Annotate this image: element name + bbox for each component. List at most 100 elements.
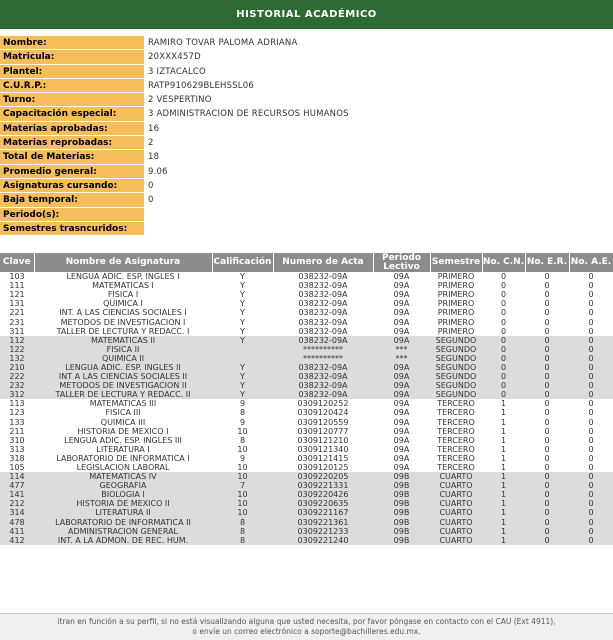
info-value: 3 IZTACALCO (148, 66, 206, 77)
table-cell: QUIMICA II (34, 353, 212, 363)
info-label: Baja temporal: (0, 193, 144, 208)
table-cell: Y (212, 281, 273, 291)
info-value: 0 (148, 195, 154, 206)
table-cell: 09A (373, 281, 430, 291)
table-cell: Y (212, 308, 273, 318)
table-cell: 0 (525, 490, 569, 500)
table-cell: PRIMERO (430, 326, 482, 336)
grades-table: Clave Nombre de Asignatura Calificación Num… (0, 253, 613, 545)
table-cell: 0 (525, 381, 569, 391)
table-cell: HISTORIA DE MEXICO I (34, 426, 212, 436)
table-cell: 10 (212, 499, 273, 509)
table-cell: PRIMERO (430, 317, 482, 327)
table-row: 313 LITERATURA I 10 0309121340 09A TERCERO 1 0 0 (0, 444, 613, 454)
table-cell: 09A (373, 435, 430, 445)
table-cell: FISICA III (34, 408, 212, 418)
table-cell: 038232-09A (273, 290, 373, 300)
table-cell: 0 (569, 481, 613, 491)
table-cell: 9 (212, 399, 273, 409)
table-cell: 0309220205 (273, 472, 373, 482)
table-cell: 0 (525, 335, 569, 345)
info-label: Asignaturas cursando: (0, 178, 144, 194)
column-header: Calificación (212, 253, 274, 272)
table-cell: 09A (373, 362, 430, 373)
table-cell: 1 (482, 417, 525, 427)
table-row: 318 LABORATORIO DE INFORMATICA I 9 03091214… (0, 453, 613, 463)
table-cell: 1 (482, 535, 525, 545)
table-cell: 0309221361 (273, 517, 373, 527)
table-cell: 0 (525, 390, 569, 400)
table-cell: CUARTO (430, 517, 482, 527)
table-cell: PRIMERO (430, 272, 482, 282)
table-cell: 318 (0, 453, 34, 463)
table-cell: LENGUA ADIC. ESP. INGLES I (34, 272, 212, 282)
table-cell: 0 (482, 272, 525, 282)
table-cell: 0 (525, 508, 569, 518)
table-cell: 09A (373, 290, 430, 300)
table-cell: 122 (0, 344, 34, 354)
table-cell: *** (373, 344, 430, 354)
table-cell: 1 (482, 462, 525, 473)
table-row: 131 QUIMICA I Y 038232-09A 09A PRIMERO 0 0 0 (0, 299, 613, 309)
table-cell: 0 (525, 453, 569, 463)
table-row: 412 INT. A LA ADMON. DE REC. HUM. 8 0309221… (0, 535, 613, 545)
table-cell: 0 (525, 344, 569, 354)
table-cell: 0309120559 (273, 417, 373, 427)
table-cell: 0 (569, 408, 613, 418)
table-cell: 0 (569, 517, 613, 527)
info-row: Plantel: 3 IZTACALCO (0, 64, 613, 79)
table-cell: SEGUNDO (430, 381, 482, 391)
table-cell: 09B (373, 490, 430, 500)
table-cell: 09B (373, 535, 430, 545)
page-title: HISTORIAL ACADÉMICO (236, 9, 377, 20)
column-header: Numero de Acta (273, 253, 374, 272)
table-cell: Y (212, 317, 273, 327)
table-cell: 1 (482, 526, 525, 536)
table-cell: 0 (569, 508, 613, 518)
table-row: 111 MATEMATICAS I Y 038232-09A 09A PRIMERO 0 0 0 (0, 281, 613, 291)
table-cell: 0 (569, 399, 613, 409)
table-header-row: Clave Nombre de Asignatura Calificación Num… (0, 253, 613, 272)
table-row: 231 METODOS DE INVESTIGACION I Y 038232-09A… (0, 317, 613, 327)
table-cell: MATEMATICAS III (34, 399, 212, 409)
table-cell: 0 (482, 299, 525, 309)
table-cell: 038232-09A (273, 326, 373, 336)
footer-notice: itran en función a su perfil, si no está… (0, 613, 613, 640)
table-cell: 0 (525, 281, 569, 291)
table-cell: FISICA II (34, 344, 212, 354)
table-cell: 0 (525, 408, 569, 418)
table-cell: 313 (0, 444, 34, 454)
table-cell: 09B (373, 472, 430, 482)
table-cell: 0 (482, 335, 525, 345)
table-cell: 0309121210 (273, 435, 373, 445)
info-value: 0 (148, 180, 154, 191)
info-row: Turno: 2 VESPERTINO (0, 93, 613, 108)
table-cell: 0 (525, 353, 569, 363)
table-cell: Y (212, 335, 273, 345)
table-cell: 038232-09A (273, 362, 373, 373)
table-cell: 0 (569, 390, 613, 400)
table-cell: 0 (482, 372, 525, 382)
table-cell: 0309120424 (273, 408, 373, 418)
table-cell: 0309221167 (273, 508, 373, 518)
table-row: 114 MATEMATICAS IV 10 0309220205 09B CUARTO 1 0… (0, 472, 613, 482)
table-cell: 038232-09A (273, 372, 373, 382)
table-row: 211 HISTORIA DE MEXICO I 10 0309120777 09A TE… (0, 426, 613, 436)
column-header: No. C.N. (482, 253, 526, 272)
table-cell: 038232-09A (273, 281, 373, 291)
table-cell: 0 (569, 281, 613, 291)
table-cell: 0 (525, 472, 569, 482)
table-cell: 0 (569, 444, 613, 454)
table-cell: 0309120125 (273, 462, 373, 473)
table-cell: 0 (525, 526, 569, 536)
table-cell: PRIMERO (430, 308, 482, 318)
table-cell: PRIMERO (430, 290, 482, 300)
info-row: Nombre: RAMIRO TOVAR PALOMA ADRIANA (0, 36, 613, 51)
table-cell: 112 (0, 335, 34, 345)
table-cell: 09A (373, 453, 430, 463)
info-label: Promedio general: (0, 164, 144, 179)
table-cell: 1 (482, 481, 525, 491)
table-cell: CUARTO (430, 526, 482, 536)
table-cell: 0 (482, 326, 525, 336)
table-cell: 1 (482, 399, 525, 409)
